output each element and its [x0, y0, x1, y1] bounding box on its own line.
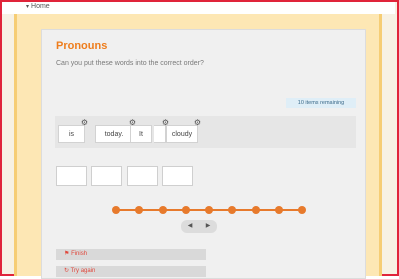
finish-label: Finish	[71, 251, 88, 257]
answer-slot[interactable]	[127, 166, 158, 186]
progress-dot[interactable]	[251, 206, 260, 214]
progress-dot[interactable]	[274, 206, 283, 214]
chevron-right-icon[interactable]: ▶	[199, 220, 217, 233]
answer-slot[interactable]	[56, 166, 87, 186]
word-chip-label: cloudy	[171, 131, 193, 138]
items-remaining-badge: 10 items remaining	[286, 98, 356, 108]
activity-title: Pronouns	[56, 40, 108, 52]
progress-dot[interactable]	[112, 206, 120, 214]
gear-icon: ⚙	[193, 118, 201, 127]
word-chip[interactable]: It	[130, 125, 152, 143]
answer-slot[interactable]	[91, 166, 122, 186]
word-chip-label: It	[139, 131, 143, 138]
word-chip[interactable]: cloudy ⚙	[166, 119, 201, 143]
word-chip[interactable]: is ⚙	[58, 119, 88, 143]
try-again-label: Try again	[70, 268, 96, 274]
progress-dot[interactable]	[298, 206, 306, 214]
top-strip	[2, 2, 395, 14]
home-label: Home	[31, 3, 50, 10]
activity-instruction: Can you put these words into the correct…	[56, 60, 204, 67]
word-chip-label: is	[68, 131, 75, 138]
triangle-down-icon: ▾	[26, 4, 30, 10]
chevron-left-icon[interactable]: ◀	[181, 220, 199, 233]
gear-icon: ⚙	[80, 118, 88, 127]
home-link[interactable]: ▾ Home	[26, 2, 50, 12]
word-chip-gear-holder: ⚙	[154, 119, 169, 143]
refresh-icon: ↻	[64, 268, 70, 274]
word-chip[interactable]: today. ⚙	[95, 119, 136, 143]
try-again-button[interactable]: ↻ Try again	[56, 266, 206, 277]
progress-dot[interactable]	[158, 206, 167, 214]
finish-button[interactable]: ⚑ Finish	[56, 249, 206, 260]
progress-dot[interactable]	[205, 206, 213, 214]
progress-dot[interactable]	[181, 206, 190, 214]
answer-slot[interactable]	[162, 166, 193, 186]
flag-icon: ⚑	[64, 251, 70, 257]
pager-controls: ◀ ▶	[181, 220, 217, 233]
word-chip-label: today.	[104, 131, 124, 138]
